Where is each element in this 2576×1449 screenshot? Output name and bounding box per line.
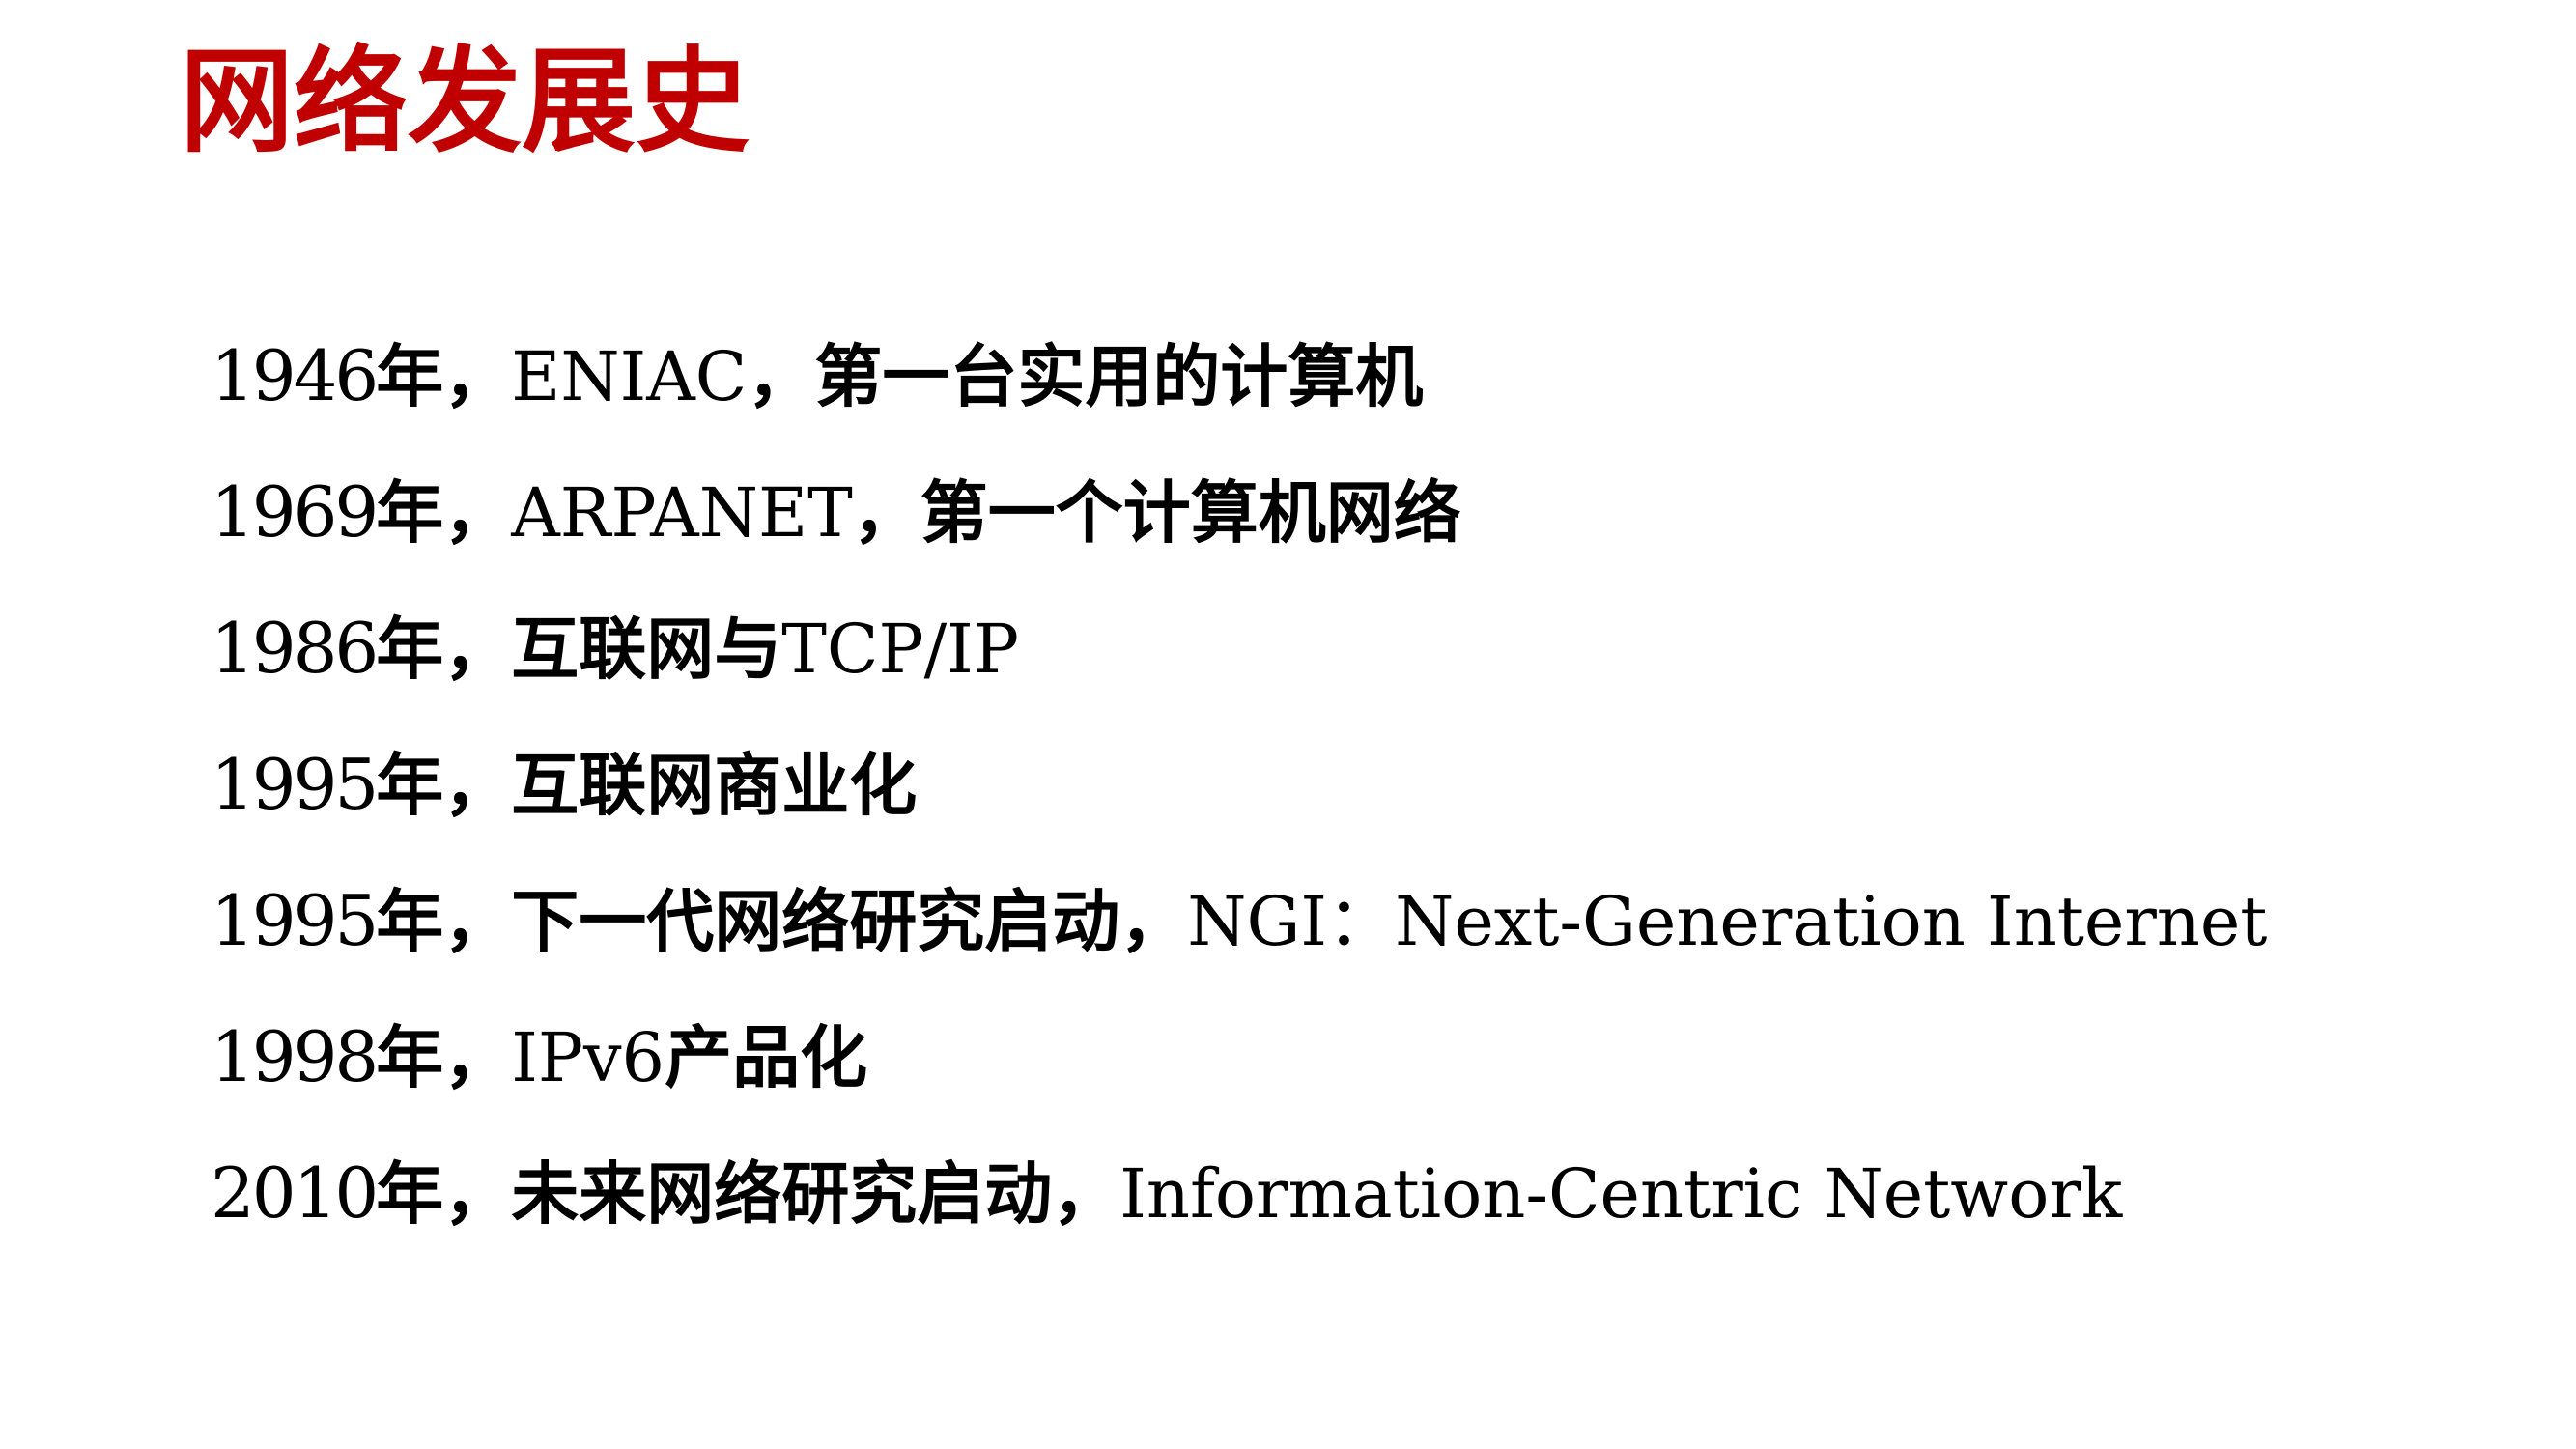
item-description: 下一代网络研究启动， bbox=[511, 882, 1188, 961]
item-description: 产品化 bbox=[665, 1018, 868, 1097]
item-separator: ， bbox=[747, 337, 815, 416]
item-description: 第一个计算机网络 bbox=[920, 473, 1461, 553]
item-description: 未来网络研究启动， bbox=[511, 1154, 1120, 1234]
item-year: 1995 bbox=[211, 880, 379, 961]
item-description: 第一台实用的计算机 bbox=[814, 337, 1424, 416]
item-name: ARPANET bbox=[511, 473, 853, 553]
item-description: 互联网与 bbox=[511, 610, 782, 689]
timeline-item: 2010年，未来网络研究启动，Information-Centric Netwo… bbox=[211, 1124, 2267, 1261]
item-year-suffix: 年， bbox=[376, 610, 512, 689]
item-year: 1946 bbox=[211, 335, 379, 416]
item-year: 1969 bbox=[211, 471, 379, 553]
item-year-suffix: 年， bbox=[376, 337, 512, 416]
item-year: 1986 bbox=[211, 608, 379, 689]
item-year: 1995 bbox=[211, 744, 379, 825]
item-year: 1998 bbox=[211, 1016, 379, 1097]
item-tail-label: NGI： bbox=[1187, 882, 1396, 961]
item-tail: Next-Generation Internet bbox=[1395, 882, 2268, 961]
timeline-item: 1995年，下一代网络研究启动，NGI：Next-Generation Inte… bbox=[211, 852, 2267, 988]
timeline-item: 1969年，ARPANET，第一个计算机网络 bbox=[211, 443, 2267, 580]
item-year: 2010 bbox=[211, 1152, 379, 1234]
timeline-item: 1998年，IPv6产品化 bbox=[211, 988, 2267, 1124]
timeline-item: 1946年，ENIAC，第一台实用的计算机 bbox=[211, 307, 2267, 443]
item-tail: Information-Centric Network bbox=[1119, 1154, 2123, 1234]
item-year-suffix: 年， bbox=[376, 746, 512, 825]
slide-title: 网络发展史 bbox=[180, 35, 750, 168]
timeline-item: 1986年，互联网与TCP/IP bbox=[211, 580, 2267, 716]
item-tail: TCP/IP bbox=[781, 610, 1019, 689]
item-year-suffix: 年， bbox=[376, 1018, 512, 1097]
item-description: 互联网商业化 bbox=[511, 746, 918, 825]
timeline-item: 1995年，互联网商业化 bbox=[211, 716, 2267, 852]
timeline-list: 1946年，ENIAC，第一台实用的计算机 1969年，ARPANET，第一个计… bbox=[211, 307, 2267, 1261]
item-name: IPv6 bbox=[511, 1018, 665, 1097]
item-separator: ， bbox=[852, 473, 920, 553]
item-name: ENIAC bbox=[511, 337, 748, 416]
item-year-suffix: 年， bbox=[376, 473, 512, 553]
item-year-suffix: 年， bbox=[376, 882, 512, 961]
slide: 网络发展史 1946年，ENIAC，第一台实用的计算机 1969年，ARPANE… bbox=[0, 0, 2576, 1449]
item-year-suffix: 年， bbox=[376, 1154, 512, 1234]
